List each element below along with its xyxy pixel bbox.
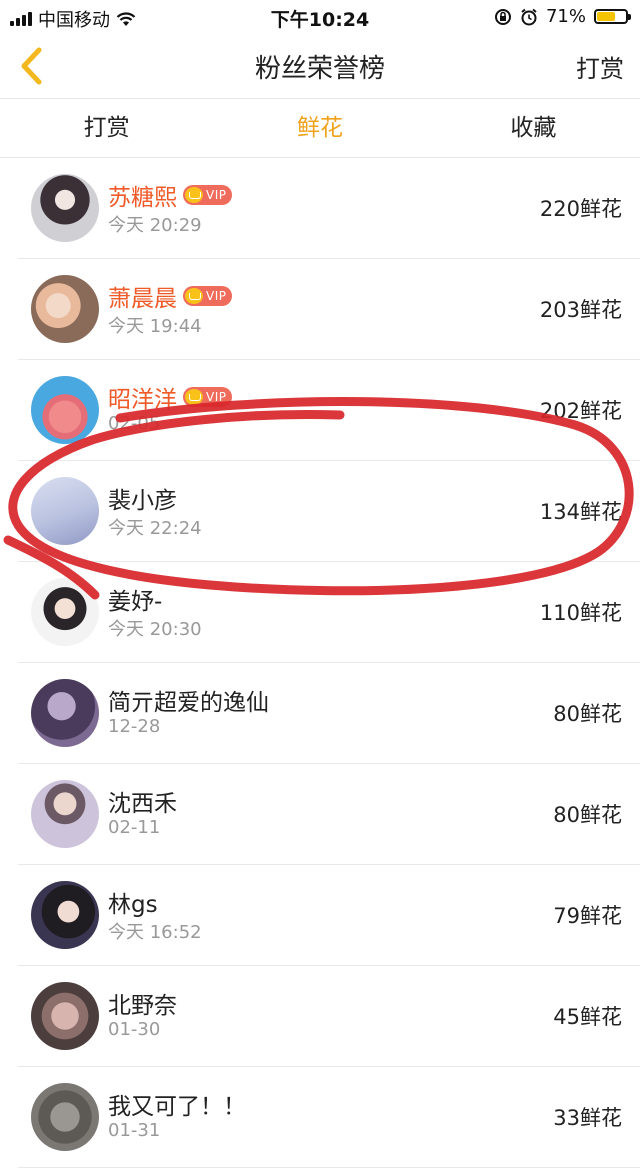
fan-time: 今天 16:52 [108,922,202,943]
flower-count: 110鲜花 [539,601,622,625]
crown-icon [185,187,203,203]
avatar [31,679,99,747]
list-item[interactable]: 我又可了！！ 01-31 33鲜花 [18,1067,640,1168]
list-item[interactable]: 苏糖熙 VIP 今天 20:29 220鲜花 [18,158,640,259]
flower-count: 203鲜花 [539,298,622,322]
fan-time: 02-05 [108,413,161,434]
flower-count: 134鲜花 [539,500,622,524]
fan-name: 萧晨晨 [108,286,177,312]
fan-name: 北野奈 [108,993,177,1019]
avatar [31,780,99,848]
page-title: 粉丝荣誉榜 [254,54,385,84]
list-item[interactable]: 萧晨晨 VIP 今天 19:44 203鲜花 [18,259,640,360]
fan-ranking-list: 苏糖熙 VIP 今天 20:29 220鲜花 萧晨晨 VIP 今天 19:44 … [0,158,640,1168]
fan-time: 今天 20:29 [108,215,202,236]
avatar [31,477,99,545]
avatar [31,174,99,242]
avatar [31,578,99,646]
crown-icon [185,389,203,405]
fan-time: 12-28 [108,716,161,737]
reward-button[interactable]: 打赏 [576,49,624,84]
list-item[interactable]: 林gs 今天 16:52 79鲜花 [18,865,640,966]
list-item[interactable]: 姜妤- 今天 20:30 110鲜花 [18,562,640,663]
fan-name: 我又可了！！ [108,1094,246,1120]
tab-favorites[interactable]: 收藏 [427,99,640,157]
rotation-lock-icon [494,8,511,25]
flower-count: 80鲜花 [553,803,622,827]
list-item[interactable]: 沈西禾 02-11 80鲜花 [18,764,640,865]
fan-name: 沈西禾 [108,791,177,817]
flower-count: 79鲜花 [553,904,622,928]
battery-percent: 71% [545,6,586,27]
crown-icon [185,288,203,304]
fan-time: 今天 22:24 [108,518,202,539]
avatar [31,982,99,1050]
avatar [31,1083,99,1151]
fan-name: 裴小彦 [108,488,177,514]
tab-bar: 打赏 鲜花 收藏 [0,99,640,158]
battery-icon [594,9,631,24]
status-right: 71% [494,6,631,27]
tab-flowers[interactable]: 鲜花 [213,99,426,157]
fan-time: 今天 19:44 [108,316,202,337]
tab-reward[interactable]: 打赏 [0,99,213,157]
avatar [31,881,99,949]
fan-name: 姜妤- [108,589,163,615]
flower-count: 45鲜花 [553,1005,622,1029]
nav-bar: 粉丝荣誉榜 打赏 [0,34,640,99]
fan-name: 昭洋洋 [108,387,177,413]
avatar [31,376,99,444]
vip-badge: VIP [183,387,233,407]
list-item[interactable]: 北野奈 01-30 45鲜花 [18,966,640,1067]
alarm-icon [521,8,537,25]
fan-name: 苏糖熙 [108,185,177,211]
fan-time: 01-30 [108,1019,161,1040]
vip-badge: VIP [183,286,233,306]
flower-count: 220鲜花 [539,197,622,221]
flower-count: 202鲜花 [539,399,622,423]
fan-time: 今天 20:30 [108,619,202,640]
fan-time: 02-11 [108,817,161,838]
avatar [31,275,99,343]
flower-count: 80鲜花 [553,702,622,726]
fan-name: 简亓超爱的逸仙 [108,690,269,716]
list-item[interactable]: 简亓超爱的逸仙 12-28 80鲜花 [18,663,640,764]
list-item[interactable]: 裴小彦 今天 22:24 134鲜花 [18,461,640,562]
vip-badge: VIP [183,185,233,205]
fan-name: 林gs [108,892,158,918]
status-bar: 中国移动 下午10:24 71% [0,0,640,34]
list-item[interactable]: 昭洋洋 VIP 02-05 202鲜花 [18,360,640,461]
flower-count: 33鲜花 [553,1106,622,1130]
